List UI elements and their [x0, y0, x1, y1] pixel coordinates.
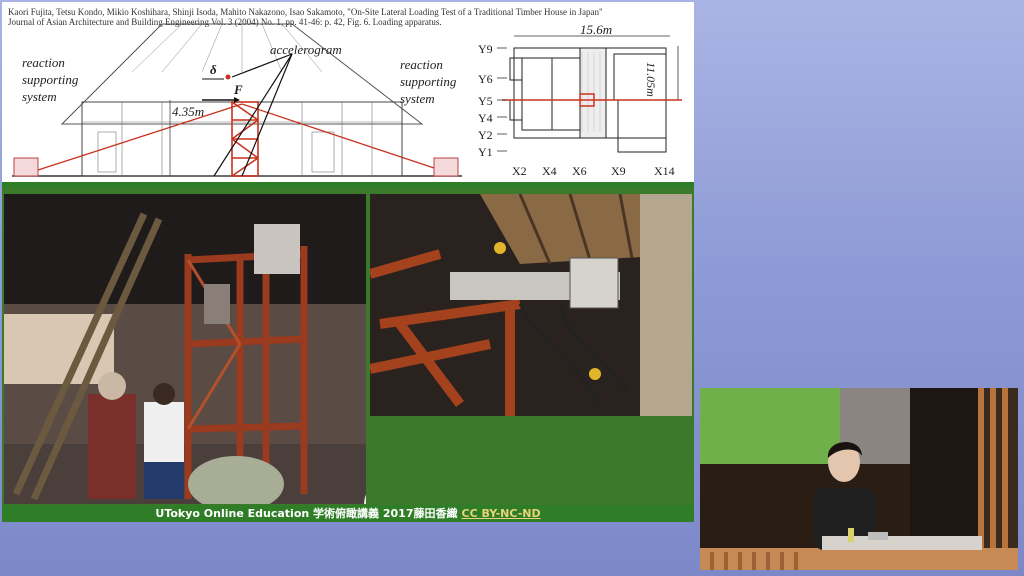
left-reaction-label: reaction supporting system [22, 55, 79, 104]
license-link[interactable]: CC BY-NC-ND [462, 507, 541, 520]
y-axis-label: Y6 [478, 72, 493, 86]
loading-tower-photo [4, 194, 366, 504]
x-axis-label: X9 [611, 164, 626, 178]
y-axis-label: Y9 [478, 42, 493, 56]
actuator-photo [370, 194, 692, 416]
delta-label: δ [210, 62, 217, 77]
right-reaction-label: reaction supporting system [400, 57, 457, 106]
plan-depth-label: 11.05m [644, 62, 658, 97]
y-axis-label: Y4 [478, 111, 493, 125]
divider [2, 182, 694, 188]
y-axis-label: Y1 [478, 145, 493, 159]
height-label: 4.35m [172, 104, 205, 119]
plan-width-label: 15.6m [580, 22, 613, 37]
lecture-slide: Kaori Fujita, Tetsu Kondo, Mikio Koshiha… [2, 2, 694, 522]
diagram-panel: Kaori Fujita, Tetsu Kondo, Mikio Koshiha… [2, 2, 694, 182]
y-axis-label: Y5 [478, 94, 493, 108]
y-axis-label: Y2 [478, 128, 493, 142]
footer-text: UTokyo Online Education 学術俯瞰講義 2017藤田香織 [155, 507, 458, 520]
speaker-video [700, 388, 1018, 570]
accelerogram-label: accelerogram [270, 42, 342, 57]
x-axis-label: X6 [572, 164, 587, 178]
x-axis-label: X2 [512, 164, 527, 178]
slide-footer: UTokyo Online Education 学術俯瞰講義 2017藤田香織 C… [2, 505, 694, 522]
x-axis-label: X14 [654, 164, 675, 178]
x-axis-label: X4 [542, 164, 557, 178]
force-label: F [234, 82, 243, 97]
